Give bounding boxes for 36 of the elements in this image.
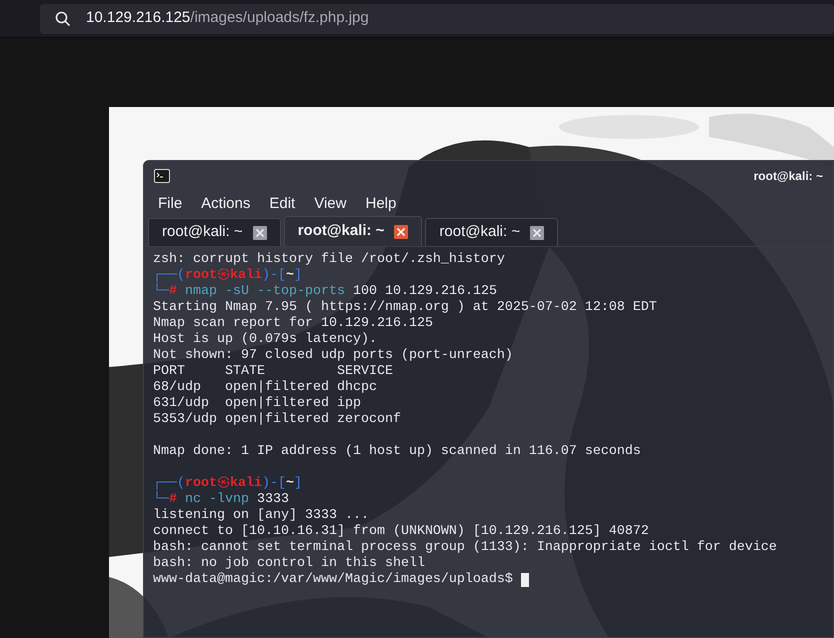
terminal-tab[interactable]: root@kali: ~ <box>148 218 281 246</box>
terminal-line: 631/udp open|filtered ipp <box>153 396 361 412</box>
shell-prompt: www-data@magic:/var/www/Magic/images/uploads$ <box>153 572 514 588</box>
text-cursor <box>520 573 529 587</box>
terminal-tab[interactable]: root@kali: ~ <box>284 216 422 246</box>
window-title: root@kali: ~ <box>754 168 823 185</box>
close-icon[interactable] <box>530 226 544 240</box>
terminal-line: listening on [any] 3333 ... <box>153 508 369 524</box>
command-line: └─# nc -lvnp 3333 <box>153 492 289 508</box>
terminal-line: Not shown: 97 closed udp ports (port-unreach) <box>153 348 513 364</box>
menu-item[interactable]: Actions <box>193 192 258 216</box>
terminal-line: 5353/udp open|filtered zeroconf <box>153 412 401 428</box>
terminal-line: zsh: corrupt history file /root/.zsh_history <box>153 252 505 268</box>
terminal-line: 68/udp open|filtered dhcpc <box>153 380 377 396</box>
terminal-icon <box>154 169 170 183</box>
terminal-line: Nmap scan report for 10.129.216.125 <box>153 316 433 332</box>
menu-item[interactable]: Help <box>357 192 404 216</box>
close-icon[interactable] <box>394 224 408 238</box>
close-icon[interactable] <box>252 226 267 240</box>
terminal-line: Host is up (0.079s latency). <box>153 332 377 348</box>
terminal-tab[interactable]: root@kali: ~ <box>425 218 558 246</box>
terminal-line: connect to [10.10.16.31] from (UNKNOWN) [10.129.216.125] 40872 <box>153 524 649 540</box>
prompt-line: ┌──(root㉿kali)-[~] <box>153 476 302 491</box>
prompt-line: ┌──(root㉿kali)-[~] <box>153 268 302 283</box>
address-field[interactable]: 10.129.216.125/images/uploads/fz.php.jpg <box>40 4 834 34</box>
search-icon <box>55 10 71 26</box>
terminal-line: Starting Nmap 7.95 ( https://nmap.org ) at 2025-07-02 12:08 EDT <box>153 300 657 316</box>
terminal-line: PORT STATE SERVICE <box>153 364 393 380</box>
url-text: 10.129.216.125/images/uploads/fz.php.jpg <box>86 8 369 28</box>
menu-item[interactable]: View <box>306 192 354 216</box>
terminal-line: bash: no job control in this shell <box>153 556 425 572</box>
terminal-line: Nmap done: 1 IP address (1 host up) scanned in 116.07 seconds <box>153 444 641 460</box>
menu-item[interactable]: Edit <box>261 192 304 216</box>
command-line: └─# nmap -sU --top-ports 100 10.129.216.125 <box>153 284 497 300</box>
terminal-line: bash: cannot set terminal process group (1133): Inappropriate ioctl for device <box>153 540 777 556</box>
menu-item[interactable]: File <box>150 192 190 216</box>
